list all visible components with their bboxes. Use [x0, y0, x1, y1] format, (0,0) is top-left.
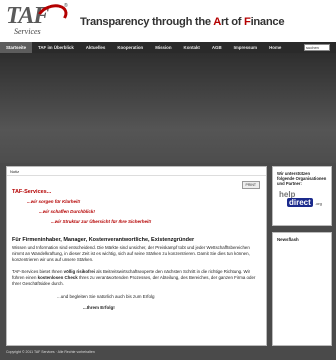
tagline-1: ...wir sorgen für Klarheit!	[27, 199, 81, 204]
nav-item-impressum[interactable]: Impressum	[228, 42, 263, 53]
main-nav: Startseite TAF im Überblick Aktuelles Ko…	[0, 42, 336, 53]
breadcrumb: Notiz	[7, 167, 266, 176]
intro-paragraph: Wissen und Information sind entscheidend…	[12, 245, 250, 263]
page-subtitle: TAF-Services...	[12, 189, 52, 195]
nav-item-aktuelles[interactable]: Aktuelles	[80, 42, 112, 53]
nav-item-kooperation[interactable]: Kooperation	[111, 42, 149, 53]
newsflash-box: Newsflash	[272, 232, 332, 346]
partners-title: Wir unterstützen folgende Organisationen…	[277, 171, 327, 187]
nav-item-home[interactable]: Home	[263, 42, 287, 53]
nav-item-agb[interactable]: AGB	[206, 42, 228, 53]
taf-logo[interactable]: TAF ® Services	[6, 0, 71, 39]
header: TAF ® Services Transparency through the …	[0, 0, 336, 42]
partners-box: Wir unterstützen folgende Organisationen…	[272, 166, 332, 226]
print-button[interactable]: PRINT	[241, 181, 260, 189]
nav-item-kontakt[interactable]: Kontakt	[178, 42, 206, 53]
tagline-2: ...wir schaffen Durchblick!	[39, 209, 95, 214]
closing-emphasis: ...Ihrem Erfolg!	[83, 305, 115, 310]
tagline-3: ...wir Struktur zur Übersicht für Ihre S…	[51, 219, 152, 224]
hero-banner	[0, 53, 336, 163]
tagline: Transparency through the Art of Finance	[80, 16, 285, 28]
nav-item-mission[interactable]: Mission	[149, 42, 177, 53]
search-input[interactable]	[304, 44, 330, 51]
main-content: Notiz PRINT TAF-Services... ...wir sorge…	[6, 166, 267, 346]
logo-registered-mark: ®	[64, 3, 68, 9]
nav-item-startseite[interactable]: Startseite	[0, 42, 33, 53]
logo-subtext: Services	[14, 27, 41, 36]
offer-paragraph: TAF-Services bietet Ihnen völlig risikof…	[12, 269, 256, 287]
newsflash-title: Newsflash	[277, 237, 299, 242]
footer-copyright: Copyright © 2011 TAF Services · Alle Rec…	[6, 350, 95, 354]
page-heading: Für Firmeninhaber, Manager, Kostenverant…	[12, 237, 195, 243]
helpdirect-logo[interactable]: help direct .org	[277, 190, 327, 210]
nav-item-ueberblick[interactable]: TAF im Überblick	[32, 42, 80, 53]
closing-line: ...und begleiten Sie natürlich auch bis …	[57, 294, 155, 299]
